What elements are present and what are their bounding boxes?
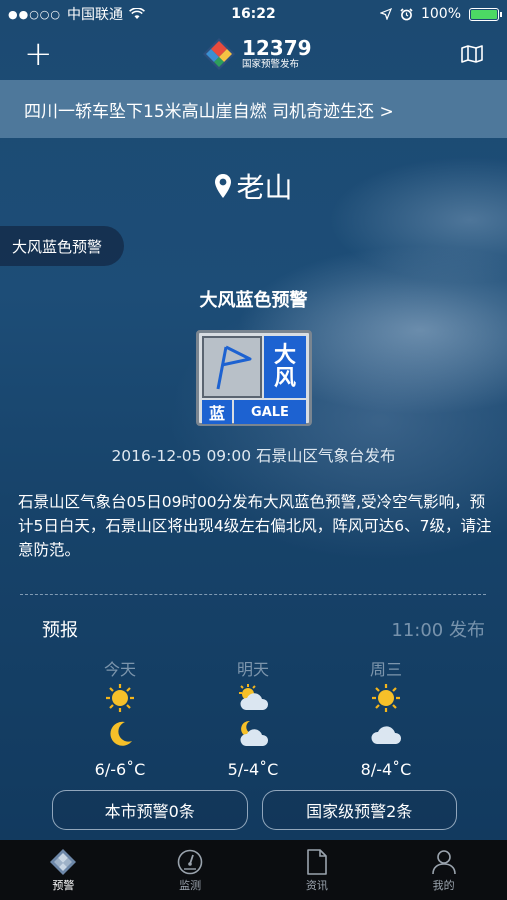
tab-label: 监测 [179,879,202,892]
tab-profile[interactable]: 我的 [394,840,494,900]
badge-char-2: 风 [273,366,296,391]
news-headline-bar[interactable]: 四川一轿车坠下15米高山崖自燃 司机奇迹生还 > [0,80,507,138]
nav-bar: + 12379 国家预警发布 [0,28,507,80]
dashed-divider [20,594,486,595]
tab-news[interactable]: 资讯 [267,840,367,900]
map-icon[interactable] [461,45,483,63]
day-name: 明天 [236,660,269,679]
partly-cloudy-night-icon [193,716,313,752]
forecast-days: 今天 6/-6˚C 明天 5/-4˚C 周三 8/-4˚C [60,656,450,786]
plus-icon[interactable]: + [24,37,53,71]
city-alerts-button[interactable]: 本市预警0条 [52,790,248,830]
tab-label: 我的 [432,879,455,892]
forecast-label: 预报 [42,620,78,641]
day-temperature: 5/-4˚C [227,760,279,779]
alert-tag-label: 大风蓝色预警 [12,237,103,256]
alert-tag[interactable]: 大风蓝色预警 [0,226,124,266]
tab-monitor[interactable]: 监测 [140,840,240,900]
person-icon [431,847,457,877]
location-name: 老山 [236,171,293,204]
alert-count-buttons: 本市预警0条 国家级预警2条 [52,790,457,830]
badge-char-1: 大 [273,342,296,368]
sun-icon [326,680,446,716]
location-title[interactable]: 老山 [0,166,507,206]
location-pin-icon [215,174,232,198]
badge-english: GALE [234,400,306,424]
app-logo: 12379 国家预警发布 [202,37,312,71]
wind-flag-icon [202,336,262,398]
moon-icon [60,716,180,752]
logo-subtitle: 国家预警发布 [241,59,299,71]
logo-number: 12379 [241,36,312,61]
alert-issued-info: 2016-12-05 09:00 石景山区气象台发布 [111,447,396,465]
battery-level-fill [471,9,497,19]
gale-blue-warning-icon: 大 风 蓝 GALE [196,330,312,426]
day-name: 今天 [103,660,136,679]
day-name: 周三 [369,660,402,679]
clock: 16:22 [231,6,276,22]
alert-description: 石景山区气象台05日09时00分发布大风蓝色预警,受冷空气影响，预计5日白天，石… [18,493,492,559]
gauge-icon [177,847,203,877]
battery-icon [469,7,502,21]
tab-label: 资讯 [305,879,328,892]
forecast-day[interactable]: 今天 6/-6˚C [60,656,180,779]
tab-bar: 预警 监测 资讯 我的 [0,840,507,900]
forecast-published-time: 11:00 发布 [391,620,485,641]
forecast-day[interactable]: 周三 8/-4˚C [326,656,446,779]
logo-mark-icon [202,38,235,70]
tab-alerts[interactable]: 预警 [13,840,113,900]
news-headline: 四川一轿车坠下15米高山崖自燃 司机奇迹生还 > [24,101,394,122]
sun-icon [60,680,180,716]
cloud-icon [326,716,446,752]
day-temperature: 6/-6˚C [94,760,146,779]
alert-title: 大风蓝色预警 [199,290,308,311]
day-temperature: 8/-4˚C [360,760,412,779]
alert-diamond-icon [49,847,77,877]
national-alerts-button[interactable]: 国家级预警2条 [261,790,457,830]
tab-label: 预警 [52,879,75,892]
forecast-day[interactable]: 明天 5/-4˚C [193,656,313,779]
status-bar: ●●○○○ 中国联通 16:22 100% [0,0,507,28]
partly-cloudy-icon [193,680,313,716]
document-icon [306,847,328,877]
badge-level: 蓝 [202,400,232,424]
